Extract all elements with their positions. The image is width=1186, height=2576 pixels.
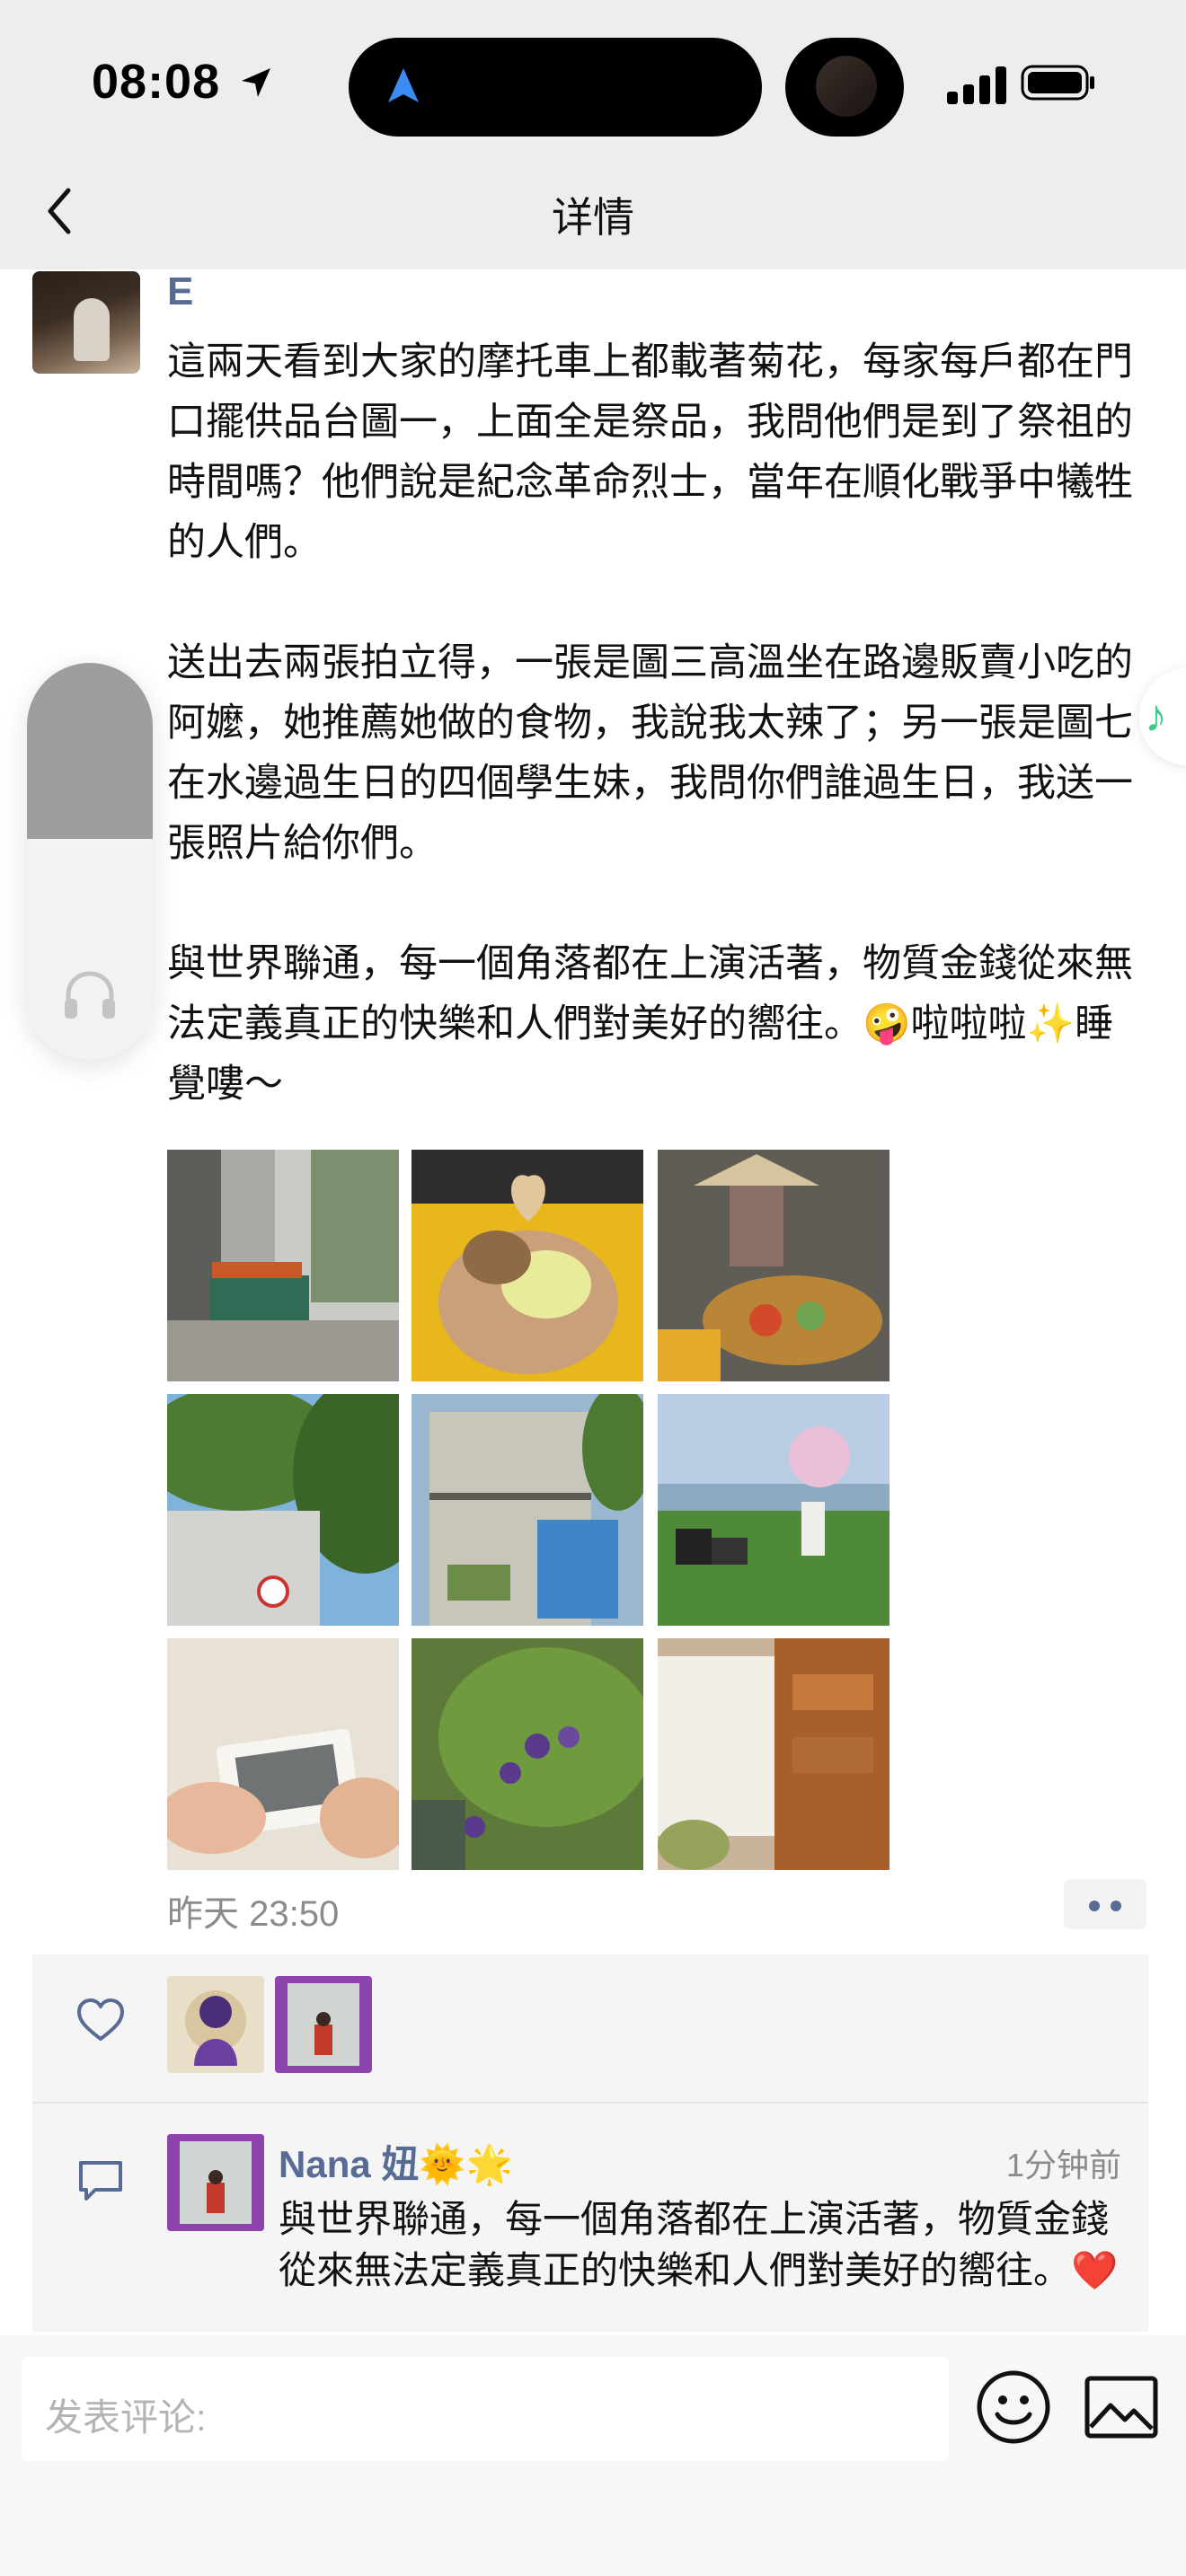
commenter-name[interactable]: Nana 妞🌞🌟 bbox=[279, 2134, 513, 2189]
image-icon[interactable] bbox=[1084, 2375, 1159, 2439]
dynamic-island[interactable] bbox=[349, 38, 762, 137]
author-name[interactable]: E bbox=[167, 269, 193, 314]
post-photo[interactable] bbox=[658, 1394, 890, 1626]
music-bubble[interactable]: ♪ bbox=[1139, 668, 1186, 765]
battery-icon bbox=[1021, 65, 1094, 101]
feedback-panel: Nana 妞🌞🌟 1分钟前 與世界聯通，每一個角落都在上演活著，物質金錢從來無法… bbox=[32, 1954, 1148, 2332]
post-photo[interactable] bbox=[167, 1394, 399, 1626]
liker-avatar[interactable] bbox=[275, 1976, 372, 2073]
post-timestamp: 昨天 23:50 bbox=[167, 1894, 340, 1934]
more-actions-button[interactable] bbox=[1064, 1879, 1146, 1929]
divider bbox=[32, 2102, 1148, 2104]
comment-icon bbox=[79, 2161, 122, 2201]
comment-input-placeholder: 发表评论: bbox=[45, 2396, 207, 2439]
floating-audio-player[interactable] bbox=[27, 663, 153, 1060]
post-photo[interactable] bbox=[412, 1638, 643, 1870]
music-note-icon: ♪ bbox=[1145, 691, 1167, 741]
status-time: 08:08 bbox=[92, 55, 221, 109]
headphones-icon bbox=[65, 971, 115, 1019]
post-photo[interactable] bbox=[167, 1150, 399, 1381]
now-playing-island[interactable] bbox=[785, 38, 904, 137]
top-bar: 08:08 详情 bbox=[0, 0, 1186, 269]
comment-time: 1分钟前 bbox=[1005, 2147, 1121, 2183]
comment-text: 與世界聯通，每一個角落都在上演活著，物質金錢從來無法定義真正的快樂和人們對美好的… bbox=[279, 2198, 1119, 2291]
comment-bar: 发表评论: bbox=[0, 2335, 1186, 2576]
post-photo[interactable] bbox=[412, 1150, 643, 1381]
liker-avatar[interactable] bbox=[167, 1976, 264, 2073]
post-photo[interactable] bbox=[658, 1150, 890, 1381]
comment-input[interactable]: 发表评论: bbox=[22, 2357, 949, 2461]
post-photo[interactable] bbox=[167, 1638, 399, 1870]
cellular-signal-icon bbox=[947, 66, 1006, 104]
navigation-arrow-icon bbox=[388, 68, 419, 102]
author-avatar[interactable] bbox=[32, 271, 140, 374]
commenter-avatar[interactable] bbox=[167, 2134, 264, 2231]
heart-icon bbox=[77, 1998, 124, 2041]
page-title: 详情 bbox=[552, 194, 634, 241]
post-photo[interactable] bbox=[412, 1394, 643, 1626]
post-text: 這兩天看到大家的摩托車上都載著菊花，每家每戶都在門口擺供品台圖一，上面全是祭品，… bbox=[167, 340, 1133, 1106]
location-arrow-icon bbox=[242, 68, 270, 97]
post-photo[interactable] bbox=[658, 1638, 890, 1870]
player-progress-fill bbox=[27, 663, 153, 839]
emoji-icon[interactable] bbox=[976, 2369, 1051, 2445]
album-art-thumbnail bbox=[816, 56, 877, 117]
